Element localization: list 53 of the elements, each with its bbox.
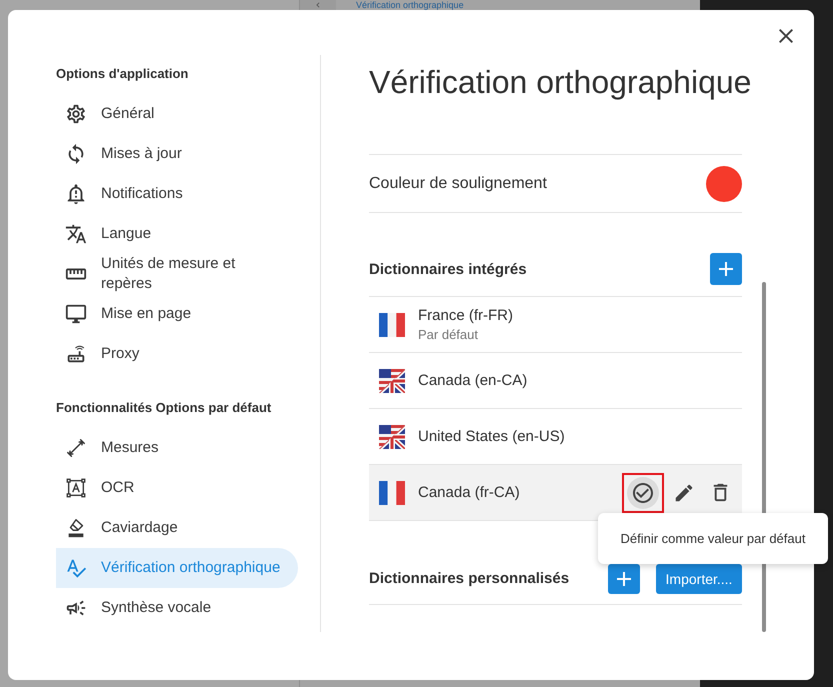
sidebar-item-label: Synthèse vocale	[101, 598, 212, 618]
sidebar-item-label: Caviardage	[101, 518, 178, 538]
sidebar-item-label: Proxy	[101, 344, 140, 364]
measure-icon	[65, 437, 87, 459]
sidebar-item-label: OCR	[101, 478, 134, 498]
monitor-icon	[65, 303, 87, 325]
sidebar-item[interactable]: Unités de mesure et repères	[56, 254, 298, 294]
flag-icon	[379, 424, 405, 448]
sidebar-item[interactable]: Caviardage	[56, 508, 298, 548]
sidebar-item[interactable]: Mesures	[56, 428, 298, 468]
sidebar-item-label: Unités de mesure et repères	[101, 254, 236, 294]
flag-icon	[379, 312, 405, 336]
dictionary-name: Canada (en-CA)	[418, 370, 528, 390]
gear-icon	[65, 103, 87, 125]
dictionary-subtitle: Par défaut	[418, 326, 479, 344]
sidebar-item[interactable]: Synthèse vocale	[56, 588, 298, 628]
sidebar-item[interactable]: Mises à jour	[56, 134, 298, 174]
text-frame-icon	[65, 477, 87, 499]
sidebar-section-title: Fonctionnalités Options par défaut	[56, 399, 272, 417]
sidebar-item-label: Général	[101, 104, 154, 124]
sidebar-item-label: Mesures	[101, 438, 159, 458]
sidebar-item[interactable]: OCR	[56, 468, 298, 508]
add-button[interactable]	[710, 253, 742, 285]
translate-icon	[65, 223, 87, 245]
color-swatch-icon[interactable]	[706, 166, 742, 202]
sidebar-section-title: Options d'application	[56, 65, 190, 83]
sidebar-item-label: Mises à jour	[101, 144, 182, 164]
router-icon	[65, 343, 87, 365]
spellcheck-icon	[65, 557, 87, 579]
sidebar-item-label: Vérification orthographique	[101, 558, 280, 578]
dictionary-name: France (fr-FR)	[418, 306, 514, 326]
section-title: Dictionnaires intégrés	[369, 260, 528, 278]
flag-icon	[379, 480, 405, 504]
add-button[interactable]	[608, 564, 640, 594]
sidebar-item[interactable]: Général	[56, 94, 298, 134]
flag-icon	[379, 368, 405, 392]
section-title: Dictionnaires personnalisés	[369, 570, 570, 587]
sidebar-item-label: Notifications	[101, 184, 183, 204]
sidebar-item-label: Mise en page	[101, 304, 192, 324]
setting-label: Couleur de soulignement	[369, 174, 547, 194]
sidebar-item[interactable]: Mise en page	[56, 294, 298, 334]
tooltip-text: Définir comme valeur par défaut	[620, 530, 806, 546]
bell-icon	[65, 183, 87, 205]
page-title: Vérification orthographique	[369, 64, 752, 100]
sidebar-item[interactable]: Proxy	[56, 334, 298, 374]
pencil-icon	[673, 482, 695, 504]
dictionary-name: Canada (fr-CA)	[418, 482, 521, 502]
sidebar-item[interactable]: Langue	[56, 214, 298, 254]
sidebar-item-label: Langue	[101, 224, 152, 244]
page-heading: Vérification orthographique	[356, 0, 464, 10]
sidebar-item[interactable]: Notifications	[56, 174, 298, 214]
import-button[interactable]: Importer....	[656, 564, 742, 594]
dictionary-name: United States (en-US)	[418, 426, 566, 446]
